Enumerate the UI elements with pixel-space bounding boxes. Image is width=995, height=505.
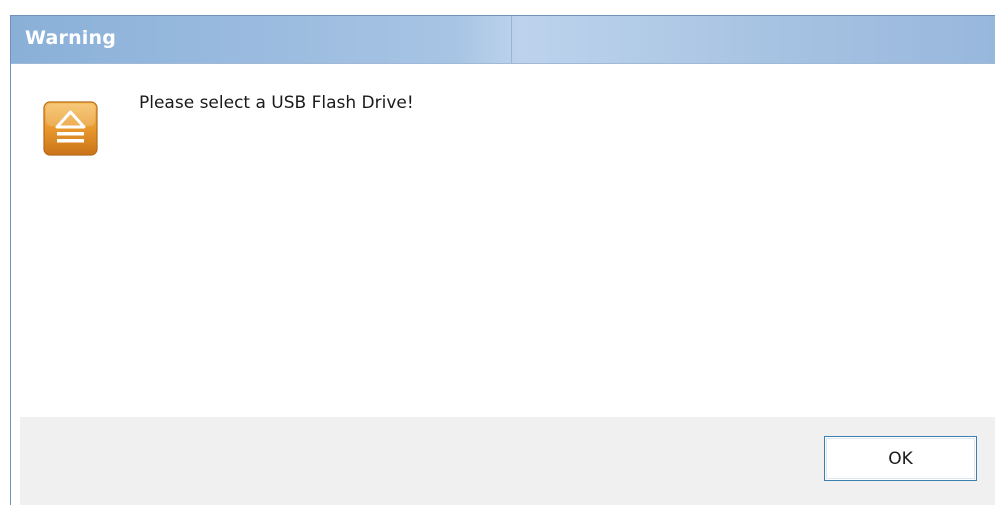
title-bar[interactable]: Warning xyxy=(11,16,995,64)
dialog-footer: OK xyxy=(20,417,995,505)
dialog-message: Please select a USB Flash Drive! xyxy=(139,93,414,113)
usb-eject-icon xyxy=(43,101,98,156)
dialog-content: Please select a USB Flash Drive! xyxy=(11,64,995,417)
title-divider xyxy=(511,16,512,63)
screen: Warning Please select a USB Flash Drive! xyxy=(0,0,995,505)
ok-button[interactable]: OK xyxy=(824,436,977,481)
warning-dialog: Warning Please select a USB Flash Drive! xyxy=(10,15,995,505)
top-strip xyxy=(0,0,995,15)
dialog-title: Warning xyxy=(25,27,117,49)
